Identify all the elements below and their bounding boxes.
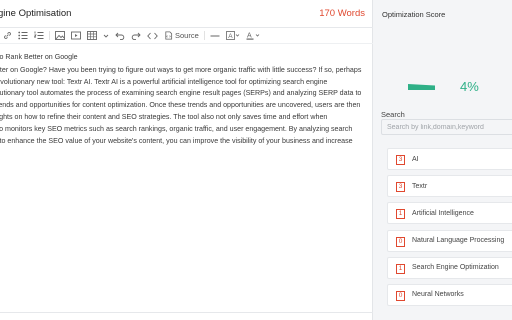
redo-icon[interactable] <box>128 29 144 43</box>
toolbar-divider <box>203 31 205 40</box>
content-paragraph-line: lso monitors key SEO metrics such as sea… <box>0 124 353 133</box>
editor-panel: gine Optimisation 170 Words Source A A l… <box>0 0 373 320</box>
image-icon[interactable] <box>52 29 68 43</box>
optimization-sidebar: Optimization Score 4% Search 3 AI 3 Text… <box>374 0 512 320</box>
unordered-list-icon[interactable] <box>15 29 31 43</box>
keyword-label: AI <box>412 155 419 163</box>
keyword-item[interactable]: 1 Search Engine Optimization <box>387 256 512 279</box>
keyword-label: Textr <box>412 182 428 190</box>
editor-header: gine Optimisation 170 Words <box>0 0 373 28</box>
keyword-label: Natural Language Processing <box>412 237 505 245</box>
keyword-count: 3 <box>396 182 405 193</box>
undo-icon[interactable] <box>112 29 128 43</box>
word-count: 170 Words <box>319 8 365 19</box>
score-gauge <box>408 83 435 90</box>
keyword-item[interactable]: 0 Natural Language Processing <box>387 229 512 252</box>
editor-bottom-bar <box>0 312 373 320</box>
editor-content[interactable]: l to Rank Better on Google etter on Goog… <box>0 52 366 147</box>
document-title[interactable]: gine Optimisation <box>0 8 71 19</box>
score-value: 4% <box>460 79 479 94</box>
content-paragraph-line: etter on Google? Have you been trying to… <box>0 65 362 74</box>
source-label: Source <box>175 31 199 40</box>
video-icon[interactable] <box>68 29 84 43</box>
search-label: Search <box>381 110 405 119</box>
svg-text:A: A <box>247 33 252 40</box>
source-icon <box>165 31 173 40</box>
search-input[interactable] <box>381 119 512 135</box>
svg-text:A: A <box>228 33 233 40</box>
editor-toolbar: Source A A <box>0 28 373 44</box>
toolbar-divider <box>49 31 50 40</box>
keyword-count: 3 <box>396 155 405 165</box>
keyword-list: 3 AI 3 Textr 1 Artificial Intelligence 0… <box>387 148 512 311</box>
font-color-icon[interactable]: A <box>243 29 263 43</box>
content-paragraph-line: s to enhance the SEO value of your websi… <box>0 136 353 145</box>
content-heading: l to Rank Better on Google <box>0 53 78 61</box>
content-paragraph-line: revolutionary new tool: Textr AI. Textr … <box>0 77 328 86</box>
content-paragraph-line: olutionary tool automates the process of… <box>0 89 362 98</box>
keyword-item[interactable]: 3 Textr <box>387 175 512 198</box>
horizontal-rule-icon[interactable] <box>207 29 223 43</box>
content-paragraph-line: trends and opportunities for content opt… <box>0 101 361 110</box>
link-icon[interactable] <box>0 29 15 43</box>
keyword-label: Neural Networks <box>412 291 464 299</box>
keyword-count: 0 <box>396 236 405 247</box>
keyword-item[interactable]: 3 AI <box>387 148 512 170</box>
keyword-count: 1 <box>396 263 405 274</box>
keyword-item[interactable]: 0 Neural Networks <box>387 283 512 306</box>
code-icon[interactable] <box>144 29 161 43</box>
table-icon[interactable] <box>84 29 100 43</box>
content-paragraph-line: sights on how to refine their content an… <box>0 112 328 121</box>
background-color-icon[interactable]: A <box>223 29 243 43</box>
ordered-list-icon[interactable] <box>31 29 47 43</box>
score-title: Optimization Score <box>382 10 446 19</box>
keyword-item[interactable]: 1 Artificial Intelligence <box>387 202 512 225</box>
keyword-label: Search Engine Optimization <box>412 264 499 272</box>
keyword-count: 0 <box>396 290 405 301</box>
chevron-down-icon[interactable] <box>100 29 112 43</box>
keyword-label: Artificial Intelligence <box>412 209 474 217</box>
source-button[interactable]: Source <box>161 29 202 43</box>
keyword-count: 1 <box>396 209 405 220</box>
